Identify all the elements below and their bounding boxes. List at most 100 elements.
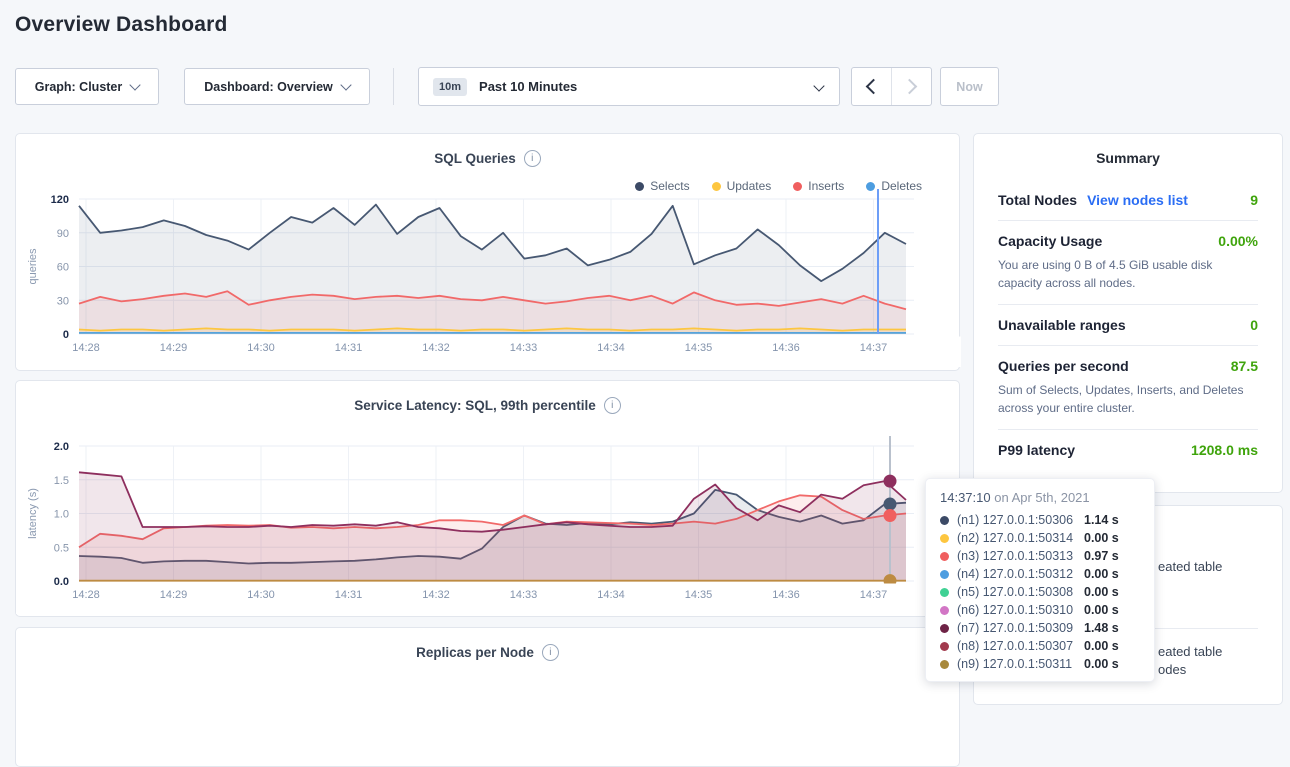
prev-range-button[interactable] xyxy=(852,68,891,105)
dashboard-dropdown-label: Dashboard: Overview xyxy=(204,80,333,94)
node-color-dot-icon xyxy=(940,588,949,597)
x-tick-label: 14:32 xyxy=(422,342,450,354)
x-tick-label: 14:37 xyxy=(860,589,888,601)
tooltip-node-row: (n4) 127.0.0.1:503120.00 s xyxy=(940,565,1140,583)
tooltip-node-value: 0.00 s xyxy=(1084,603,1119,617)
hover-marker-dot xyxy=(884,509,897,522)
tooltip-timestamp: 14:37:10 on Apr 5th, 2021 xyxy=(940,490,1140,505)
tooltip-node-row: (n5) 127.0.0.1:503080.00 s xyxy=(940,583,1140,601)
service-latency-title: Service Latency: SQL, 99th percentile i xyxy=(16,397,959,414)
tooltip-node-value: 0.97 s xyxy=(1084,549,1119,563)
y-tick-label: 60 xyxy=(57,262,69,274)
tooltip-node-address: (n6) 127.0.0.1:50310 xyxy=(957,603,1084,617)
summary-label: Unavailable ranges xyxy=(998,317,1126,333)
tooltip-node-value: 0.00 s xyxy=(1084,585,1119,599)
now-button[interactable]: Now xyxy=(940,67,999,106)
tooltip-node-address: (n5) 127.0.0.1:50308 xyxy=(957,585,1084,599)
tooltip-node-value: 0.00 s xyxy=(1084,567,1119,581)
y-tick-label: 2.0 xyxy=(54,441,69,453)
info-icon[interactable]: i xyxy=(604,397,621,414)
next-range-button[interactable] xyxy=(891,68,931,105)
replicas-per-node-title: Replicas per Node i xyxy=(16,644,959,661)
node-color-dot-icon xyxy=(940,624,949,633)
service-latency-chart[interactable]: latency (s)14:2814:2914:3014:3114:3214:3… xyxy=(16,436,961,614)
node-color-dot-icon xyxy=(940,534,949,543)
graph-dropdown-label: Graph: Cluster xyxy=(35,80,123,94)
range-badge: 10m xyxy=(433,78,467,96)
chart-title-text: Service Latency: SQL, 99th percentile xyxy=(354,398,596,413)
tooltip-node-value: 0.00 s xyxy=(1084,639,1119,653)
y-tick-label: 1.0 xyxy=(54,509,69,521)
x-tick-label: 14:28 xyxy=(72,342,100,354)
tooltip-node-row: (n8) 127.0.0.1:503070.00 s xyxy=(940,637,1140,655)
node-color-dot-icon xyxy=(940,552,949,561)
x-tick-label: 14:34 xyxy=(597,589,625,601)
tooltip-node-address: (n2) 127.0.0.1:50314 xyxy=(957,531,1084,545)
summary-value: 0 xyxy=(1250,317,1258,333)
summary-row-capacity-usage: Capacity Usage 0.00% You are using 0 B o… xyxy=(998,221,1258,305)
y-axis-label: queries xyxy=(27,248,39,285)
y-axis-label: latency (s) xyxy=(27,488,39,539)
chart-title-text: SQL Queries xyxy=(434,151,516,166)
dashboard-dropdown[interactable]: Dashboard: Overview xyxy=(184,68,370,105)
x-tick-label: 14:36 xyxy=(772,589,800,601)
chart-title-text: Replicas per Node xyxy=(416,645,534,660)
x-tick-label: 14:35 xyxy=(685,342,713,354)
hover-marker-dot xyxy=(884,498,897,511)
tooltip-node-row: (n7) 127.0.0.1:503091.48 s xyxy=(940,619,1140,637)
hover-marker-dot xyxy=(884,475,897,488)
x-tick-label: 14:35 xyxy=(685,589,713,601)
tooltip-node-address: (n7) 127.0.0.1:50309 xyxy=(957,621,1084,635)
page-title: Overview Dashboard xyxy=(15,13,228,37)
chevron-left-icon xyxy=(866,79,882,95)
chart-hover-tooltip: 14:37:10 on Apr 5th, 2021 (n1) 127.0.0.1… xyxy=(925,478,1155,682)
summary-row-p99-latency: P99 latency 1208.0 ms xyxy=(998,430,1258,470)
tooltip-node-row: (n3) 127.0.0.1:503130.97 s xyxy=(940,547,1140,565)
tooltip-node-row: (n9) 127.0.0.1:503110.00 s xyxy=(940,655,1140,673)
summary-label: P99 latency xyxy=(998,442,1075,458)
sql-queries-chart[interactable]: queries14:2814:2914:3014:3114:3214:3314:… xyxy=(16,189,961,367)
chevron-down-icon xyxy=(340,79,351,90)
node-color-dot-icon xyxy=(940,606,949,615)
graph-dropdown[interactable]: Graph: Cluster xyxy=(15,68,159,105)
node-color-dot-icon xyxy=(940,642,949,651)
tooltip-time: 14:37:10 xyxy=(940,490,991,505)
chevron-down-icon xyxy=(130,79,141,90)
summary-value: 1208.0 ms xyxy=(1191,442,1258,458)
x-tick-label: 14:33 xyxy=(510,589,538,601)
summary-title: Summary xyxy=(998,150,1258,166)
summary-label: Queries per second xyxy=(998,358,1129,374)
event-item-fragment[interactable]: odes xyxy=(1158,662,1186,677)
summary-label: Total Nodes xyxy=(998,192,1077,208)
y-tick-label: 1.5 xyxy=(54,475,69,487)
y-tick-label: 0.5 xyxy=(54,542,69,554)
baseline-mask xyxy=(16,584,961,615)
event-item-fragment[interactable]: eated table xyxy=(1158,559,1222,574)
x-tick-label: 14:33 xyxy=(510,342,538,354)
node-color-dot-icon xyxy=(940,570,949,579)
replicas-per-node-card: Replicas per Node i xyxy=(15,627,960,767)
summary-row-unavailable-ranges: Unavailable ranges 0 xyxy=(998,305,1258,346)
tooltip-node-address: (n9) 127.0.0.1:50311 xyxy=(957,657,1084,671)
summary-row-total-nodes: Total Nodes View nodes list 9 xyxy=(998,192,1258,221)
info-icon[interactable]: i xyxy=(524,150,541,167)
time-range-dropdown[interactable]: 10m Past 10 Minutes xyxy=(418,67,840,106)
summary-value: 9 xyxy=(1250,192,1258,208)
x-tick-label: 14:28 xyxy=(72,589,100,601)
event-item-fragment[interactable]: eated table xyxy=(1158,644,1222,659)
summary-row-queries-per-second: Queries per second 87.5 Sum of Selects, … xyxy=(998,346,1258,430)
x-tick-label: 14:34 xyxy=(597,342,625,354)
now-button-label: Now xyxy=(956,80,982,94)
sql-queries-card: SQL Queries i SelectsUpdatesInsertsDelet… xyxy=(15,133,960,371)
tooltip-node-address: (n3) 127.0.0.1:50313 xyxy=(957,549,1084,563)
tooltip-node-value: 1.48 s xyxy=(1084,621,1119,635)
y-tick-label: 30 xyxy=(57,295,69,307)
controls-divider xyxy=(393,68,394,105)
x-tick-label: 14:31 xyxy=(335,342,363,354)
summary-card: Summary Total Nodes View nodes list 9 Ca… xyxy=(973,133,1283,493)
tooltip-node-address: (n8) 127.0.0.1:50307 xyxy=(957,639,1084,653)
tooltip-node-row: (n2) 127.0.0.1:503140.00 s xyxy=(940,529,1140,547)
info-icon[interactable]: i xyxy=(542,644,559,661)
tooltip-node-value: 0.00 s xyxy=(1084,657,1119,671)
view-nodes-list-link[interactable]: View nodes list xyxy=(1087,192,1188,208)
